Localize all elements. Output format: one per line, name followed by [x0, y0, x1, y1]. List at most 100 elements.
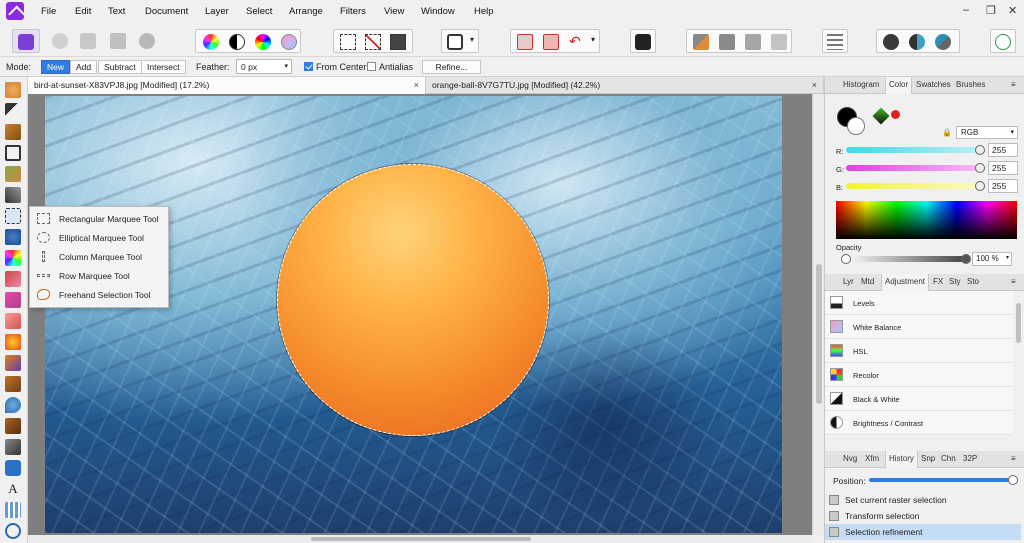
b-value-input[interactable]: 255 — [988, 179, 1018, 193]
align-button[interactable] — [822, 29, 848, 53]
burn-tool-icon[interactable] — [5, 334, 21, 350]
smudge-brush-tool-icon[interactable] — [5, 418, 21, 434]
document-image[interactable] — [45, 96, 782, 533]
history-item[interactable]: Transform selection — [825, 508, 1021, 524]
tab-orange-ball[interactable]: orange-ball-8V7G7TU.jpg [Modified] (42.2… — [426, 77, 824, 94]
mode-new-button[interactable]: New — [41, 60, 71, 74]
menu-filters[interactable]: Filters — [340, 6, 366, 17]
adjustment-black-white[interactable]: Black & White — [825, 387, 1013, 411]
opacity-input[interactable]: 100 % ▾ — [972, 252, 1012, 266]
quick-mask-button[interactable]: ▾ — [441, 29, 479, 53]
tab-bird-at-sunset[interactable]: bird-at-sunset-X83VPJ8.jpg [Modified] (1… — [28, 77, 426, 94]
undo-arrow-icon[interactable]: ↶ — [569, 34, 585, 50]
history-position-knob[interactable] — [1008, 475, 1018, 485]
move-tool-icon[interactable] — [5, 103, 21, 119]
crop-tool-icon[interactable] — [5, 145, 21, 161]
menu-file[interactable]: File — [41, 6, 56, 17]
refine-button[interactable]: Refine... — [422, 60, 481, 74]
snapping-icon[interactable] — [517, 34, 533, 50]
zoom-tool-icon[interactable] — [5, 523, 21, 539]
menu-select[interactable]: Select — [246, 6, 272, 17]
lock-icon[interactable]: 🔒 — [942, 128, 952, 137]
panel-menu-icon[interactable]: ≡ — [1011, 80, 1016, 89]
deselect-icon[interactable] — [365, 34, 381, 50]
dodge-tool-icon[interactable] — [5, 355, 21, 371]
panel-menu-icon[interactable]: ≡ — [1011, 277, 1016, 286]
tab-histogram[interactable]: Histogram — [843, 80, 879, 89]
blur-brush-tool-icon[interactable] — [5, 397, 21, 413]
mode-subtract-button[interactable]: Subtract — [98, 60, 142, 74]
adjustment-recolor[interactable]: Recolor — [825, 363, 1013, 387]
select-all-icon[interactable] — [340, 34, 356, 50]
r-slider[interactable] — [846, 147, 979, 153]
tab-navigator[interactable]: Nvg — [843, 454, 857, 463]
feather-input[interactable]: 0 px ▾ — [236, 59, 292, 74]
history-item-selected[interactable]: Selection refinement — [825, 524, 1021, 540]
adjustment-scroll-thumb[interactable] — [1016, 303, 1021, 343]
menu-view[interactable]: View — [384, 6, 404, 17]
freehand-selection-tool-icon[interactable] — [5, 229, 21, 245]
color-replacement-tool-icon[interactable] — [5, 271, 21, 287]
move-forward-one-icon[interactable] — [745, 34, 761, 50]
restore-icon[interactable]: ❐ — [986, 4, 996, 17]
mesh-warp-tool-icon[interactable] — [5, 502, 21, 518]
pen-tool-icon[interactable] — [5, 439, 21, 455]
close-tab-icon[interactable]: × — [812, 77, 817, 94]
column-marquee-item[interactable]: Column Marquee Tool — [30, 247, 170, 266]
tab-fx[interactable]: FX — [933, 277, 943, 286]
menu-arrange[interactable]: Arrange — [289, 6, 323, 17]
rectangle-tool-icon[interactable] — [5, 460, 21, 476]
color-wheel-icon[interactable] — [203, 34, 219, 50]
g-slider-knob[interactable] — [975, 163, 985, 173]
share-icon[interactable] — [139, 33, 155, 49]
elliptical-marquee-item[interactable]: Elliptical Marquee Tool — [30, 228, 170, 247]
b-slider-knob[interactable] — [975, 181, 985, 191]
tab-swatches[interactable]: Swatches — [916, 80, 951, 89]
menu-text[interactable]: Text — [108, 6, 125, 17]
horizontal-scrollbar[interactable] — [28, 535, 812, 543]
tab-32p[interactable]: 32P — [963, 454, 977, 463]
white-balance-icon[interactable] — [281, 34, 297, 50]
rectangular-marquee-item[interactable]: Rectangular Marquee Tool — [30, 209, 170, 228]
b-slider[interactable] — [846, 183, 979, 189]
r-slider-knob[interactable] — [975, 145, 985, 155]
scrollbar-thumb[interactable] — [311, 537, 531, 541]
intersect-shapes-icon[interactable] — [935, 34, 951, 50]
history-item[interactable]: Set current raster selection — [825, 492, 1021, 508]
liquify-persona-icon[interactable] — [52, 33, 68, 49]
tab-layers[interactable]: Lyr — [843, 277, 854, 286]
adjustment-hsl[interactable]: HSL — [825, 339, 1013, 363]
history-position-slider[interactable] — [869, 478, 1013, 482]
tab-metadata[interactable]: Mtd — [861, 277, 874, 286]
menu-edit[interactable]: Edit — [75, 6, 91, 17]
color-spectrum[interactable] — [836, 201, 1017, 239]
row-marquee-item[interactable]: Row Marquee Tool — [30, 266, 170, 285]
tab-adjustment[interactable]: Adjustment — [881, 274, 930, 291]
eyedropper-icon[interactable] — [872, 107, 890, 125]
hand-tool-icon[interactable] — [5, 82, 21, 98]
levels-icon[interactable] — [229, 34, 245, 50]
assistant-button[interactable] — [630, 29, 656, 53]
tab-styles[interactable]: Sty — [949, 277, 961, 286]
tab-channels[interactable]: Chn — [941, 454, 956, 463]
close-tab-icon[interactable]: × — [414, 77, 419, 94]
clone-brush-tool-icon[interactable] — [5, 376, 21, 392]
elliptical-selection[interactable] — [277, 164, 549, 436]
develop-persona-icon[interactable] — [80, 33, 96, 49]
from-center-checkbox[interactable] — [304, 62, 313, 71]
invert-selection-icon[interactable] — [390, 34, 406, 50]
menu-window[interactable]: Window — [421, 6, 455, 17]
subtract-shapes-icon[interactable] — [909, 34, 925, 50]
adjustment-white-balance[interactable]: White Balance — [825, 315, 1013, 339]
hsl-icon[interactable] — [255, 34, 271, 50]
tab-history[interactable]: History — [885, 451, 918, 468]
marquee-tool-icon[interactable] — [5, 208, 21, 224]
menu-document[interactable]: Document — [145, 6, 188, 17]
text-tool-icon[interactable]: A — [5, 481, 21, 497]
panel-menu-icon[interactable]: ≡ — [1011, 454, 1016, 463]
secondary-color-well[interactable] — [847, 117, 865, 135]
selection-brush-tool-icon[interactable] — [5, 166, 21, 182]
menu-layer[interactable]: Layer — [205, 6, 229, 17]
opacity-slider-knob[interactable] — [961, 254, 971, 264]
antialias-checkbox[interactable] — [367, 62, 376, 71]
